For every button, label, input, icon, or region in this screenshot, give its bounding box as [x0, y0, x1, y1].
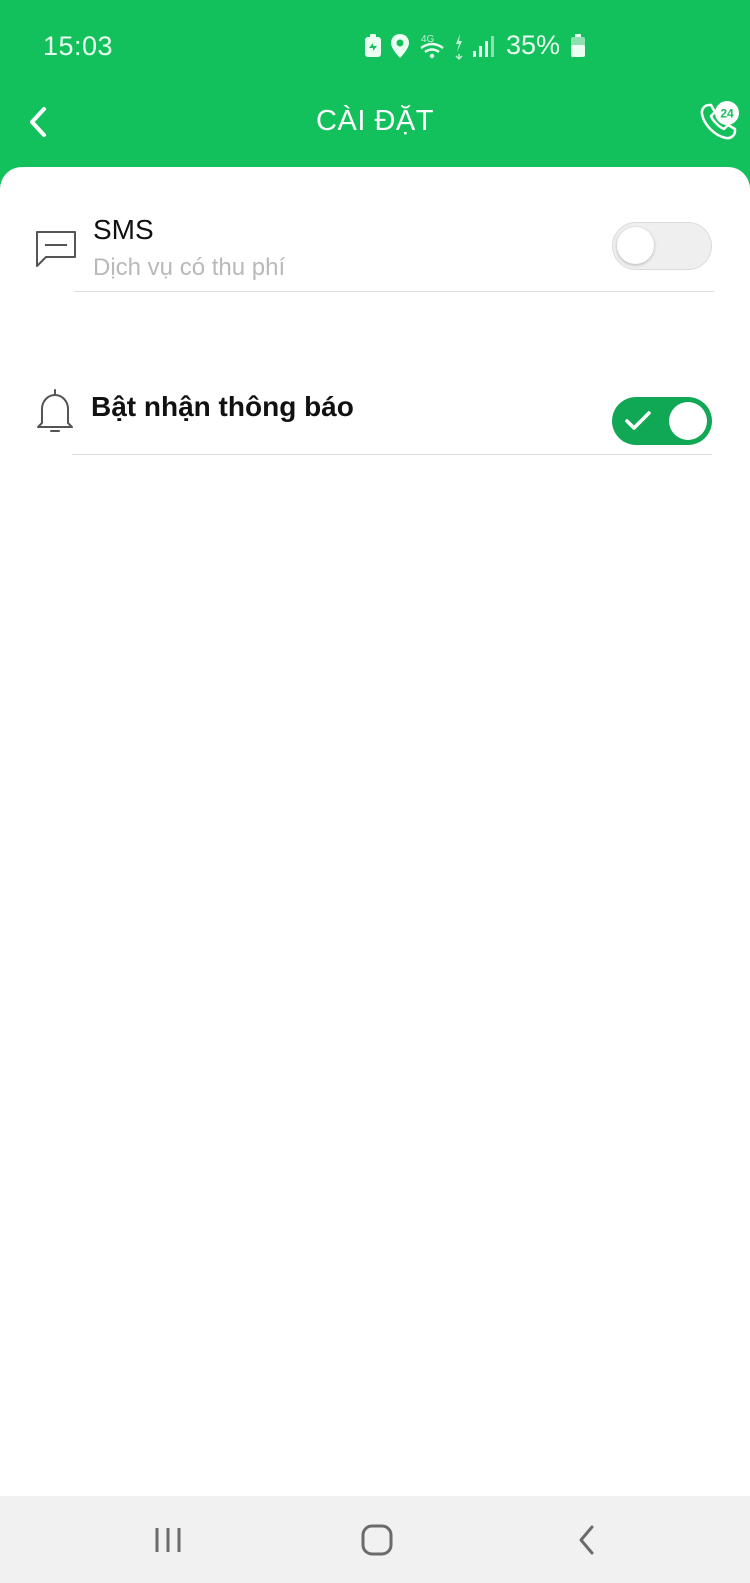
toggle-knob [669, 402, 707, 440]
battery-saver-icon [364, 33, 382, 58]
system-back-button[interactable] [557, 1516, 617, 1564]
location-icon [390, 33, 410, 59]
status-icons: 4G 35% [364, 30, 586, 61]
status-time: 15:03 [43, 31, 114, 61]
bell-icon [37, 389, 73, 432]
battery-percent: 35% [506, 30, 561, 60]
message-icon [36, 231, 76, 267]
back-icon [579, 1525, 594, 1555]
setting-row-notifications: Bật nhận thông báo [0, 377, 750, 477]
notifications-title: Bật nhận thông báo [91, 391, 354, 422]
recent-apps-icon [155, 1528, 181, 1552]
divider [74, 291, 714, 292]
battery-icon [570, 33, 586, 58]
home-icon [361, 1524, 393, 1556]
notifications-toggle[interactable] [612, 397, 712, 445]
status-bar: 15:03 4G 35% [0, 0, 750, 95]
sms-toggle[interactable] [612, 222, 712, 270]
data-transfer-icon [454, 32, 464, 60]
sms-subtitle: Dịch vụ có thu phí [93, 254, 286, 281]
hotline-badge: 24 [720, 107, 734, 121]
toggle-knob [617, 227, 654, 264]
app-header: CÀI ĐẶT 24 [0, 95, 750, 170]
hotline-button[interactable]: 24 [697, 99, 741, 143]
home-button[interactable] [347, 1516, 407, 1564]
system-nav-bar [0, 1496, 750, 1583]
recent-apps-button[interactable] [138, 1516, 198, 1564]
phone-24-icon: 24 [700, 101, 739, 140]
divider [72, 454, 712, 455]
page-title: CÀI ĐẶT [316, 105, 434, 137]
signal-icon [472, 34, 494, 58]
sms-title: SMS [93, 214, 154, 245]
setting-row-sms: SMS Dịch vụ có thu phí [0, 212, 750, 312]
wifi-4g-icon: 4G [418, 32, 446, 60]
check-icon [625, 411, 651, 430]
settings-list: SMS Dịch vụ có thu phí Bật nhận thông bá… [0, 167, 750, 1497]
